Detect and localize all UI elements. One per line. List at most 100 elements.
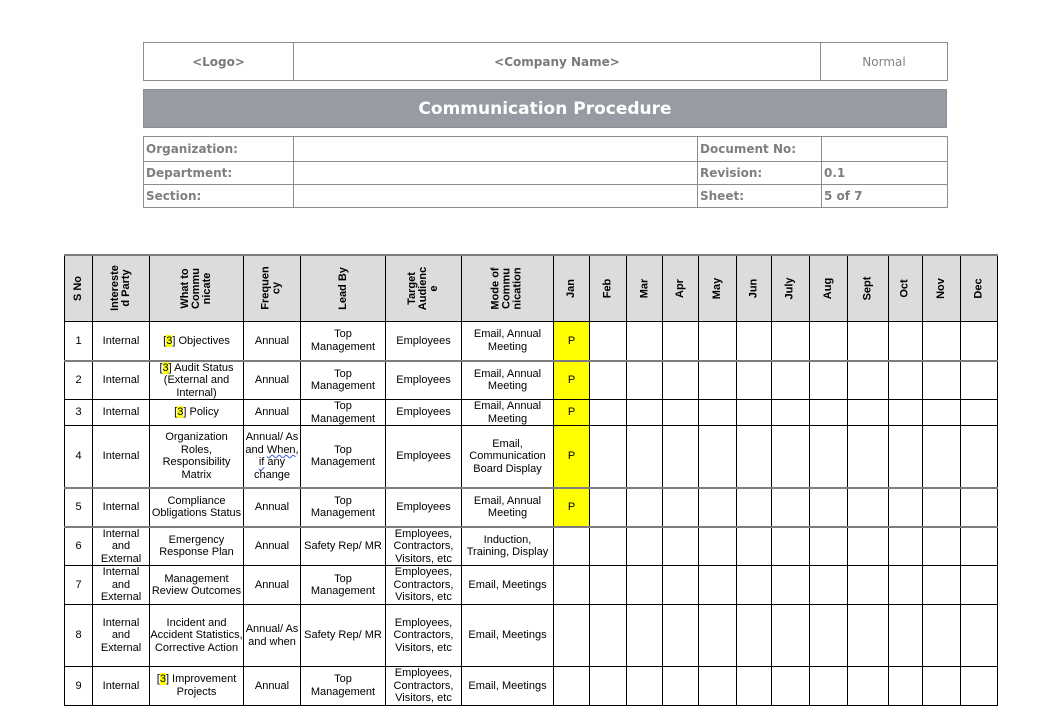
- target-audience-cell[interactable]: Employees: [385, 425, 462, 489]
- month-cell-july[interactable]: [771, 666, 810, 706]
- month-cell-aug[interactable]: [809, 526, 848, 566]
- month-cell-mar[interactable]: [626, 604, 663, 667]
- mode-of-communication-cell[interactable]: Induction, Training, Display: [461, 526, 554, 566]
- month-cell-aug[interactable]: [809, 666, 848, 706]
- month-cell-jan[interactable]: [553, 565, 590, 605]
- sno-cell[interactable]: 1: [64, 321, 93, 362]
- month-cell-july[interactable]: [771, 425, 810, 489]
- month-cell-jan[interactable]: P: [553, 399, 590, 426]
- department-value[interactable]: [293, 161, 698, 185]
- month-cell-aug[interactable]: [809, 425, 848, 489]
- month-cell-jan[interactable]: P: [553, 487, 590, 528]
- frequency-cell[interactable]: Annual: [243, 565, 301, 605]
- month-cell-aug[interactable]: [809, 604, 848, 667]
- month-cell-jan[interactable]: [553, 604, 590, 667]
- month-cell-jun[interactable]: [736, 360, 772, 400]
- mode-of-communication-cell[interactable]: Email, Meetings: [461, 565, 554, 605]
- what-to-communicate-cell[interactable]: Emergency Response Plan: [149, 526, 244, 566]
- month-cell-july[interactable]: [771, 360, 810, 400]
- lead-by-cell[interactable]: Top Management: [300, 666, 386, 706]
- month-cell-sept[interactable]: [847, 487, 889, 528]
- month-cell-aug[interactable]: [809, 487, 848, 528]
- month-cell-aug[interactable]: [809, 565, 848, 605]
- target-audience-cell[interactable]: Employees: [385, 487, 462, 528]
- month-cell-apr[interactable]: [662, 666, 699, 706]
- sno-cell[interactable]: 2: [64, 360, 93, 400]
- section-value[interactable]: [293, 184, 698, 208]
- month-cell-may[interactable]: [698, 487, 737, 528]
- target-audience-cell[interactable]: Employees, Contractors, Visitors, etc: [385, 604, 462, 667]
- month-cell-mar[interactable]: [626, 565, 663, 605]
- lead-by-cell[interactable]: Top Management: [300, 360, 386, 400]
- lead-by-cell[interactable]: Top Management: [300, 487, 386, 528]
- interested-party-cell[interactable]: Internal: [92, 425, 150, 489]
- frequency-cell[interactable]: Annual: [243, 321, 301, 362]
- sheet-value[interactable]: 5 of 7: [821, 184, 948, 208]
- month-cell-oct[interactable]: [888, 321, 923, 362]
- month-cell-oct[interactable]: [888, 565, 923, 605]
- mode-of-communication-cell[interactable]: Email, Annual Meeting: [461, 321, 554, 362]
- mode-of-communication-cell[interactable]: Email, Communication Board Display: [461, 425, 554, 489]
- month-cell-jun[interactable]: [736, 666, 772, 706]
- month-cell-jun[interactable]: [736, 604, 772, 667]
- month-cell-oct[interactable]: [888, 360, 923, 400]
- frequency-cell[interactable]: Annual/ As and when: [243, 604, 301, 667]
- lead-by-cell[interactable]: Top Management: [300, 425, 386, 489]
- what-to-communicate-cell[interactable]: Organization Roles, Responsibility Matri…: [149, 425, 244, 489]
- mode-of-communication-cell[interactable]: Email, Meetings: [461, 604, 554, 667]
- month-cell-jan[interactable]: [553, 526, 590, 566]
- month-cell-jan[interactable]: P: [553, 425, 590, 489]
- what-to-communicate-cell[interactable]: [3] Objectives: [149, 321, 244, 362]
- sno-cell[interactable]: 8: [64, 604, 93, 667]
- month-cell-feb[interactable]: [589, 604, 627, 667]
- frequency-cell[interactable]: Annual: [243, 526, 301, 566]
- month-cell-mar[interactable]: [626, 399, 663, 426]
- month-cell-nov[interactable]: [922, 666, 961, 706]
- month-cell-sept[interactable]: [847, 666, 889, 706]
- month-cell-nov[interactable]: [922, 565, 961, 605]
- month-cell-nov[interactable]: [922, 399, 961, 426]
- month-cell-feb[interactable]: [589, 399, 627, 426]
- month-cell-jun[interactable]: [736, 321, 772, 362]
- interested-party-cell[interactable]: Internal: [92, 487, 150, 528]
- month-cell-feb[interactable]: [589, 321, 627, 362]
- month-cell-july[interactable]: [771, 565, 810, 605]
- sno-cell[interactable]: 3: [64, 399, 93, 426]
- month-cell-sept[interactable]: [847, 321, 889, 362]
- month-cell-apr[interactable]: [662, 487, 699, 528]
- month-cell-oct[interactable]: [888, 526, 923, 566]
- month-cell-dec[interactable]: [960, 604, 998, 667]
- month-cell-dec[interactable]: [960, 565, 998, 605]
- month-cell-mar[interactable]: [626, 526, 663, 566]
- month-cell-sept[interactable]: [847, 526, 889, 566]
- month-cell-jun[interactable]: [736, 425, 772, 489]
- month-cell-apr[interactable]: [662, 360, 699, 400]
- month-cell-sept[interactable]: [847, 399, 889, 426]
- month-cell-july[interactable]: [771, 321, 810, 362]
- month-cell-mar[interactable]: [626, 487, 663, 528]
- lead-by-cell[interactable]: Top Management: [300, 565, 386, 605]
- sno-cell[interactable]: 7: [64, 565, 93, 605]
- month-cell-jun[interactable]: [736, 399, 772, 426]
- what-to-communicate-cell[interactable]: [3] Audit Status (External and Internal): [149, 360, 244, 400]
- month-cell-dec[interactable]: [960, 321, 998, 362]
- lead-by-cell[interactable]: Safety Rep/ MR: [300, 604, 386, 667]
- month-cell-aug[interactable]: [809, 399, 848, 426]
- month-cell-jun[interactable]: [736, 526, 772, 566]
- sno-cell[interactable]: 9: [64, 666, 93, 706]
- target-audience-cell[interactable]: Employees: [385, 360, 462, 400]
- interested-party-cell[interactable]: Internal and External: [92, 565, 150, 605]
- month-cell-may[interactable]: [698, 565, 737, 605]
- month-cell-aug[interactable]: [809, 360, 848, 400]
- interested-party-cell[interactable]: Internal: [92, 399, 150, 426]
- frequency-cell[interactable]: Annual: [243, 360, 301, 400]
- month-cell-jan[interactable]: P: [553, 321, 590, 362]
- target-audience-cell[interactable]: Employees: [385, 399, 462, 426]
- document-no-value[interactable]: [821, 136, 948, 162]
- month-cell-oct[interactable]: [888, 604, 923, 667]
- what-to-communicate-cell[interactable]: Compliance Obligations Status: [149, 487, 244, 528]
- month-cell-may[interactable]: [698, 666, 737, 706]
- month-cell-nov[interactable]: [922, 360, 961, 400]
- revision-value[interactable]: 0.1: [821, 161, 948, 185]
- what-to-communicate-cell[interactable]: [3] Policy: [149, 399, 244, 426]
